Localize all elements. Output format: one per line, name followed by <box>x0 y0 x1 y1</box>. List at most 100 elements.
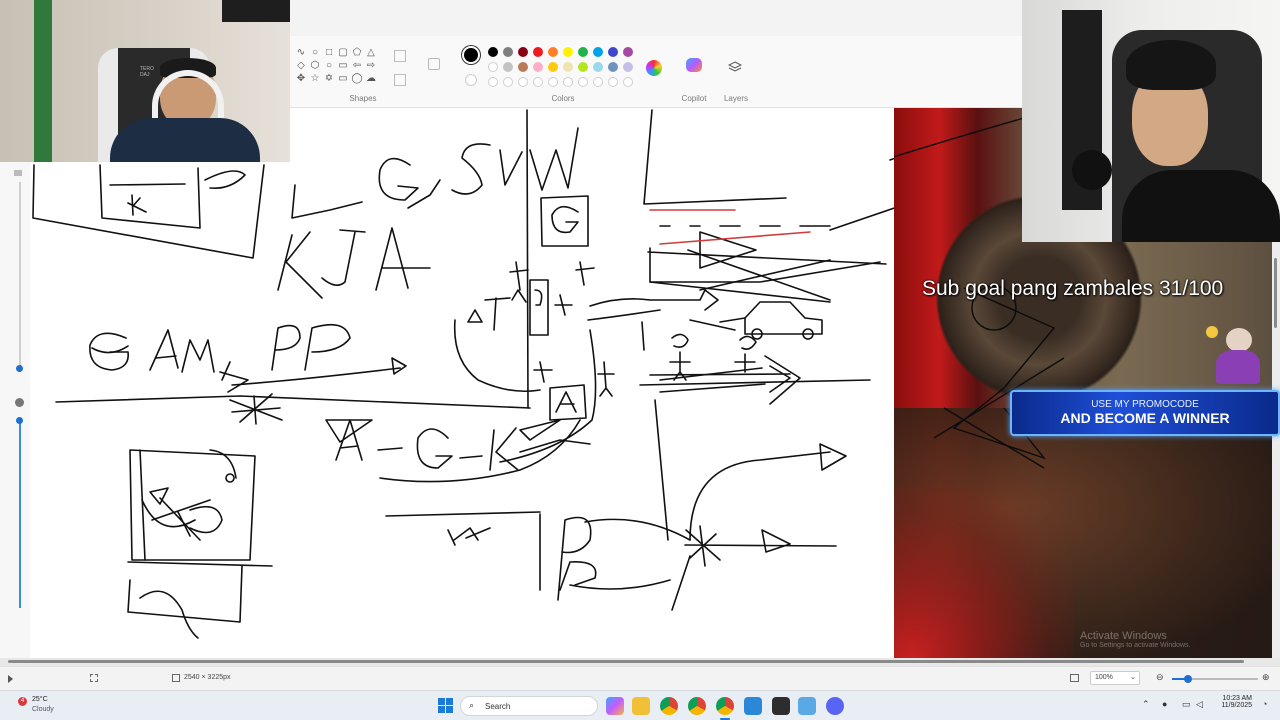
brush-size-thumb[interactable] <box>16 365 23 372</box>
custom-color-slot[interactable] <box>488 77 498 87</box>
clock[interactable]: 10:23 AM 11/9/2025 <box>1212 695 1252 709</box>
color-swatch[interactable] <box>518 47 528 57</box>
horizontal-scrollbar[interactable] <box>0 658 1280 666</box>
slider-track <box>19 182 21 372</box>
hexagon-shape-icon[interactable]: ⬡ <box>308 59 322 72</box>
cloud-shape-icon[interactable]: ☁ <box>364 72 378 85</box>
rounded-rect-shape-icon[interactable]: ▢ <box>336 46 350 59</box>
color-swatch[interactable] <box>488 62 498 72</box>
streamer-shirt <box>110 118 260 162</box>
secondary-color-swatch[interactable] <box>465 74 477 86</box>
polygon-shape-icon[interactable]: ⬠ <box>350 46 364 59</box>
four-arrow-shape-icon[interactable]: ✥ <box>294 72 308 85</box>
shape-outline-icon[interactable] <box>394 50 406 62</box>
shape-fill-icon[interactable] <box>394 74 406 86</box>
chrome-active-icon[interactable] <box>716 697 734 715</box>
star-shape-icon[interactable]: ☆ <box>308 72 322 85</box>
weather-alert-badge: 4 <box>18 697 27 706</box>
taskbar: 4 25°C Cloudy ⌕ Search ⌃ ● ▭ ◁ 10:23 AM … <box>0 690 1280 720</box>
zoom-out-icon[interactable]: ⊖ <box>1156 672 1164 683</box>
triangle-shape-icon[interactable]: △ <box>364 46 378 59</box>
color-swatch[interactable] <box>563 62 573 72</box>
brush-size-slider[interactable] <box>18 182 22 372</box>
color-swatch[interactable] <box>608 47 618 57</box>
color-swatch[interactable] <box>548 47 558 57</box>
drawing-canvas[interactable] <box>0 108 894 658</box>
custom-color-slot[interactable] <box>563 77 573 87</box>
color-swatch[interactable] <box>563 47 573 57</box>
zoom-slider[interactable] <box>1172 675 1258 683</box>
weather-widget[interactable]: 4 25°C Cloudy <box>18 695 68 717</box>
star6-shape-icon[interactable]: ✡ <box>322 72 336 85</box>
opacity-thumb[interactable] <box>16 417 23 424</box>
search-icon: ⌕ <box>469 700 475 710</box>
zoom-slider-thumb[interactable] <box>1184 675 1192 683</box>
color-swatch[interactable] <box>518 62 528 72</box>
opacity-slider[interactable] <box>18 418 22 608</box>
custom-color-slot[interactable] <box>548 77 558 87</box>
panel-collapse-icon[interactable] <box>14 170 22 176</box>
color-palette-row3-custom <box>488 77 638 89</box>
diamond-shape-icon[interactable]: ◇ <box>294 59 308 72</box>
group-label-shapes: Shapes <box>349 94 377 103</box>
zoom-value: 100% <box>1095 674 1113 681</box>
chrome-profile-icon[interactable] <box>688 697 706 715</box>
snipping-tool-icon[interactable] <box>744 697 762 715</box>
paint-icon[interactable] <box>798 697 816 715</box>
edit-colors-icon[interactable] <box>646 60 662 76</box>
custom-color-slot[interactable] <box>533 77 543 87</box>
microphone-tray-icon[interactable]: ● <box>1162 699 1167 709</box>
file-explorer-icon[interactable] <box>632 697 650 715</box>
active-color-swatch[interactable] <box>464 48 478 62</box>
custom-color-slot[interactable] <box>518 77 528 87</box>
discord-icon[interactable] <box>826 697 844 715</box>
color-swatch[interactable] <box>533 62 543 72</box>
rectangle-shape-icon[interactable]: □ <box>322 46 336 59</box>
horizontal-scroll-thumb[interactable] <box>8 660 1244 663</box>
left-arrow-shape-icon[interactable]: ⇦ <box>350 59 364 72</box>
color-swatch[interactable] <box>623 62 633 72</box>
custom-color-slot[interactable] <box>593 77 603 87</box>
custom-color-slot[interactable] <box>623 77 633 87</box>
color-swatch[interactable] <box>503 62 513 72</box>
copilot-taskbar-icon[interactable] <box>606 697 624 715</box>
windows-start-icon[interactable] <box>438 698 453 713</box>
curve-shape-icon[interactable]: ∿ <box>294 46 308 59</box>
color-swatch[interactable] <box>533 47 543 57</box>
pointer-tool-icon[interactable] <box>8 675 13 683</box>
oval-shape-icon[interactable]: ○ <box>308 46 322 59</box>
color-swatch[interactable] <box>608 62 618 72</box>
zoom-select[interactable]: 100% ⌄ <box>1090 671 1140 685</box>
color-swatch[interactable] <box>623 47 633 57</box>
color-swatch[interactable] <box>578 62 588 72</box>
callout-shape-icon[interactable]: ▭ <box>336 72 350 85</box>
copilot-icon[interactable] <box>686 58 702 72</box>
taskbar-search[interactable]: ⌕ Search <box>460 696 598 716</box>
color-swatch[interactable] <box>593 47 603 57</box>
shapes-more-icon[interactable] <box>428 58 440 70</box>
square-shape-icon[interactable]: ▭ <box>336 59 350 72</box>
volume-icon[interactable]: ◁ <box>1196 699 1203 710</box>
weather-desc: Cloudy <box>32 706 54 713</box>
shapes-gallery[interactable]: ∿ ○ □ ▢ ⬠ △ ◇ ⬡ ○ ▭ ⇦ ⇨ ✥ ☆ ✡ ▭ ◯ ☁ <box>294 46 382 90</box>
circle-shape-icon[interactable]: ○ <box>322 59 336 72</box>
terminal-icon[interactable] <box>772 697 790 715</box>
custom-color-slot[interactable] <box>608 77 618 87</box>
custom-color-slot[interactable] <box>578 77 588 87</box>
custom-color-slot[interactable] <box>503 77 513 87</box>
color-swatch[interactable] <box>488 47 498 57</box>
color-swatch[interactable] <box>503 47 513 57</box>
right-arrow-shape-icon[interactable]: ⇨ <box>364 59 378 72</box>
color-swatch[interactable] <box>578 47 588 57</box>
mascot-head <box>1226 328 1252 352</box>
color-swatch[interactable] <box>548 62 558 72</box>
layers-icon[interactable] <box>727 60 743 72</box>
tray-chevron-icon[interactable]: ⌃ <box>1142 699 1150 710</box>
fit-to-window-icon[interactable] <box>1070 674 1079 682</box>
chrome-icon[interactable] <box>660 697 678 715</box>
network-icon[interactable]: ▭ <box>1182 699 1191 710</box>
zoom-in-icon[interactable]: ⊕ <box>1262 672 1270 683</box>
color-swatch[interactable] <box>593 62 603 72</box>
notification-bell-icon[interactable]: ◔ <box>1262 699 1267 709</box>
callout-oval-shape-icon[interactable]: ◯ <box>350 72 364 85</box>
